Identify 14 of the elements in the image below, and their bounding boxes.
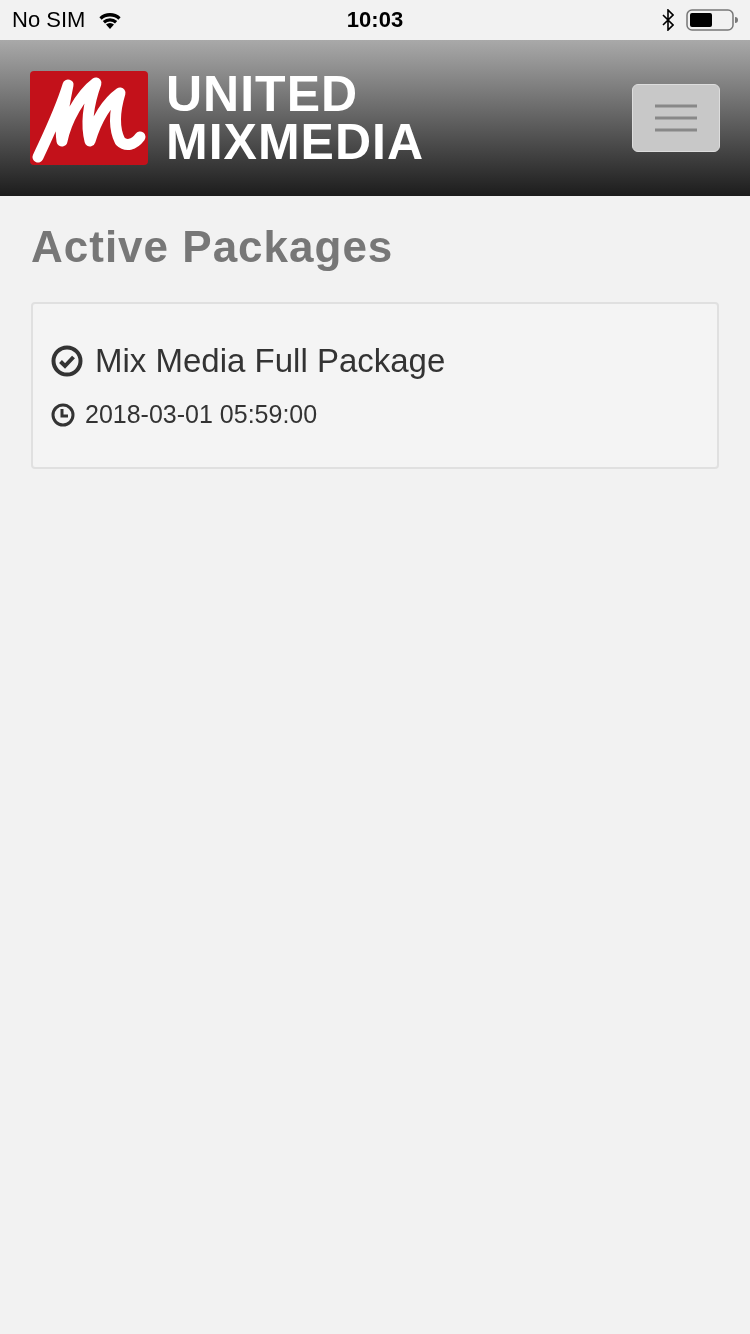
logo-text: MIXMEDIA	[166, 118, 424, 166]
clock-time: 10:03	[346, 7, 404, 33]
package-date: 2018-03-01 05:59:00	[85, 400, 318, 429]
clock-icon	[51, 402, 75, 427]
logo-text: UNITED	[166, 70, 360, 118]
battery-icon	[686, 8, 738, 32]
carrier-label: No SIM	[12, 7, 86, 33]
bluetooth-icon	[662, 9, 674, 31]
page-title: Active Packages	[31, 222, 395, 272]
check-circle-icon	[51, 345, 83, 377]
logo-icon	[30, 71, 148, 165]
menu-button[interactable]	[632, 84, 720, 152]
package-name: Mix Media Full Package	[95, 342, 446, 380]
menu-icon	[653, 102, 699, 134]
